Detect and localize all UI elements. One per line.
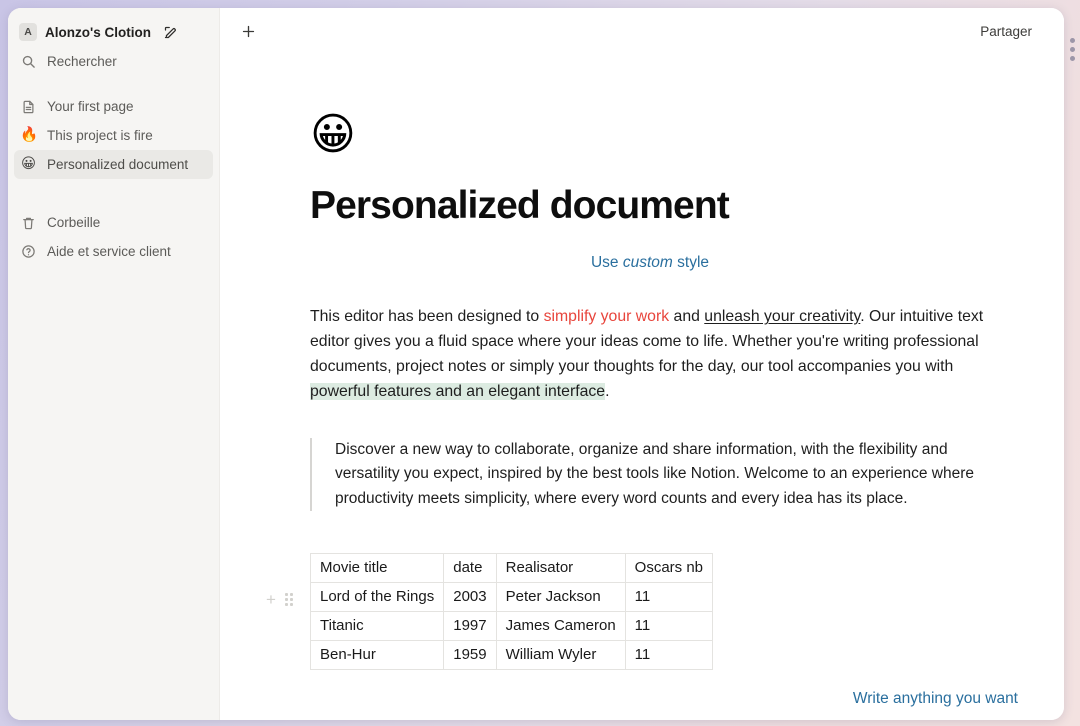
table-cell[interactable]: 1959	[443, 639, 497, 670]
table-body: Movie title date Realisator Oscars nb Lord o…	[309, 552, 714, 670]
sidebar-item-label: Corbeille	[47, 215, 101, 230]
table-column-header[interactable]: date	[443, 552, 497, 583]
subtitle-prefix: Use	[590, 253, 623, 271]
para-segment-3: and	[669, 308, 705, 326]
sidebar-item-label: Personalized document	[47, 157, 189, 172]
table-cell[interactable]: 11	[624, 639, 714, 670]
subtitle-italic: custom	[622, 253, 673, 271]
para-highlight-powerful-features: powerful features and an elegant interfa…	[310, 383, 606, 400]
table-column-header[interactable]: Movie title	[309, 552, 445, 583]
table-cell[interactable]: Titanic	[309, 610, 445, 641]
plus-icon	[242, 25, 254, 38]
table-block: + Movie title date Realisator Oscars nb Lord…	[266, 552, 990, 670]
table-cell[interactable]: 11	[624, 581, 714, 612]
subtitle-line[interactable]: Use custom style	[310, 251, 990, 274]
fire-emoji-icon: 🔥	[20, 127, 39, 144]
window-more-dots[interactable]	[1070, 38, 1076, 61]
grip-dot	[284, 592, 288, 596]
para-segment-7: .	[605, 383, 610, 400]
para-underline-unleash-your-creativity[interactable]: unleash your creativity	[704, 308, 860, 325]
question-circle-icon	[20, 244, 37, 259]
sidebar-item-aide-et-service-client[interactable]: Aide et service client	[14, 237, 213, 266]
table-cell[interactable]: 2003	[443, 581, 497, 612]
block-handles: +	[266, 591, 294, 608]
search-icon	[20, 54, 37, 69]
page-emoji-icon[interactable]: 😀	[310, 113, 990, 165]
sidebar-item-corbeille[interactable]: Corbeille	[14, 208, 213, 237]
document-content: 😀 Personalized document Use custom style…	[266, 113, 990, 670]
subtitle-suffix: style	[672, 253, 710, 271]
sidebar: A Alonzo's Clotion Rechercher Your first…	[8, 8, 220, 720]
table-cell[interactable]: William Wyler	[495, 639, 626, 670]
grip-dot	[289, 597, 293, 601]
add-block-icon[interactable]: +	[266, 591, 276, 608]
para-segment-1: This editor has been designed to	[310, 308, 544, 326]
blockquote[interactable]: Discover a new way to collaborate, organ…	[310, 437, 990, 511]
table-cell[interactable]: Ben-Hur	[309, 639, 445, 670]
workspace-switcher[interactable]: A Alonzo's Clotion	[8, 17, 219, 47]
sidebar-item-this-project-is-fire[interactable]: 🔥 This project is fire	[14, 121, 213, 150]
table-column-header[interactable]: Realisator	[495, 552, 626, 583]
table-cell[interactable]: Lord of the Rings	[309, 581, 445, 612]
page-title[interactable]: Personalized document	[310, 184, 990, 228]
dot-1	[1070, 38, 1075, 43]
sidebar-item-label: Aide et service client	[47, 244, 171, 259]
dot-3	[1070, 56, 1075, 61]
document-body: 😀 Personalized document Use custom style…	[220, 113, 1064, 670]
table-cell[interactable]: 1997	[443, 610, 497, 641]
table-row: Ben-Hur 1959 William Wyler 11	[309, 639, 714, 670]
table-header-row: Movie title date Realisator Oscars nb	[309, 552, 714, 583]
main-paragraph[interactable]: This editor has been designed to simplif…	[310, 305, 990, 405]
footer-placeholder-text[interactable]: Write anything you want	[853, 690, 1018, 708]
grip-dot	[284, 597, 288, 601]
edit-square-icon[interactable]	[163, 25, 178, 40]
para-link-simplify-your-work[interactable]: simplify your work	[544, 308, 670, 325]
drag-handle-icon[interactable]	[284, 592, 294, 606]
trash-icon	[20, 215, 37, 231]
movies-table[interactable]: Movie title date Realisator Oscars nb Lord o…	[309, 552, 714, 670]
table-column-header[interactable]: Oscars nb	[624, 552, 714, 583]
sidebar-item-label: Your first page	[47, 99, 134, 114]
search-label: Rechercher	[47, 54, 117, 69]
add-page-button[interactable]	[234, 18, 262, 46]
document-icon	[20, 99, 37, 115]
app-window: A Alonzo's Clotion Rechercher Your first…	[8, 8, 1064, 720]
grip-dot	[284, 602, 288, 606]
main-area: Partager 😀 Personalized document Use cus…	[220, 8, 1064, 720]
sidebar-item-label: This project is fire	[47, 128, 153, 143]
grinning-face-emoji-icon: 😀	[20, 156, 37, 173]
workspace-name: Alonzo's Clotion	[45, 24, 151, 40]
grip-dot	[289, 592, 293, 596]
share-button[interactable]: Partager	[974, 21, 1038, 42]
table-row: Lord of the Rings 2003 Peter Jackson 11	[309, 581, 714, 612]
grip-dot	[289, 602, 293, 606]
workspace-avatar: A	[19, 23, 37, 41]
table-cell[interactable]: James Cameron	[495, 610, 626, 641]
table-row: Titanic 1997 James Cameron 11	[309, 610, 714, 641]
dot-2	[1070, 47, 1075, 52]
search-input[interactable]: Rechercher	[14, 47, 213, 76]
topbar: Partager	[220, 8, 1064, 55]
sidebar-item-personalized-document[interactable]: 😀 Personalized document	[14, 150, 213, 179]
table-cell[interactable]: 11	[624, 610, 714, 641]
table-cell[interactable]: Peter Jackson	[495, 581, 626, 612]
sidebar-item-your-first-page[interactable]: Your first page	[14, 92, 213, 121]
